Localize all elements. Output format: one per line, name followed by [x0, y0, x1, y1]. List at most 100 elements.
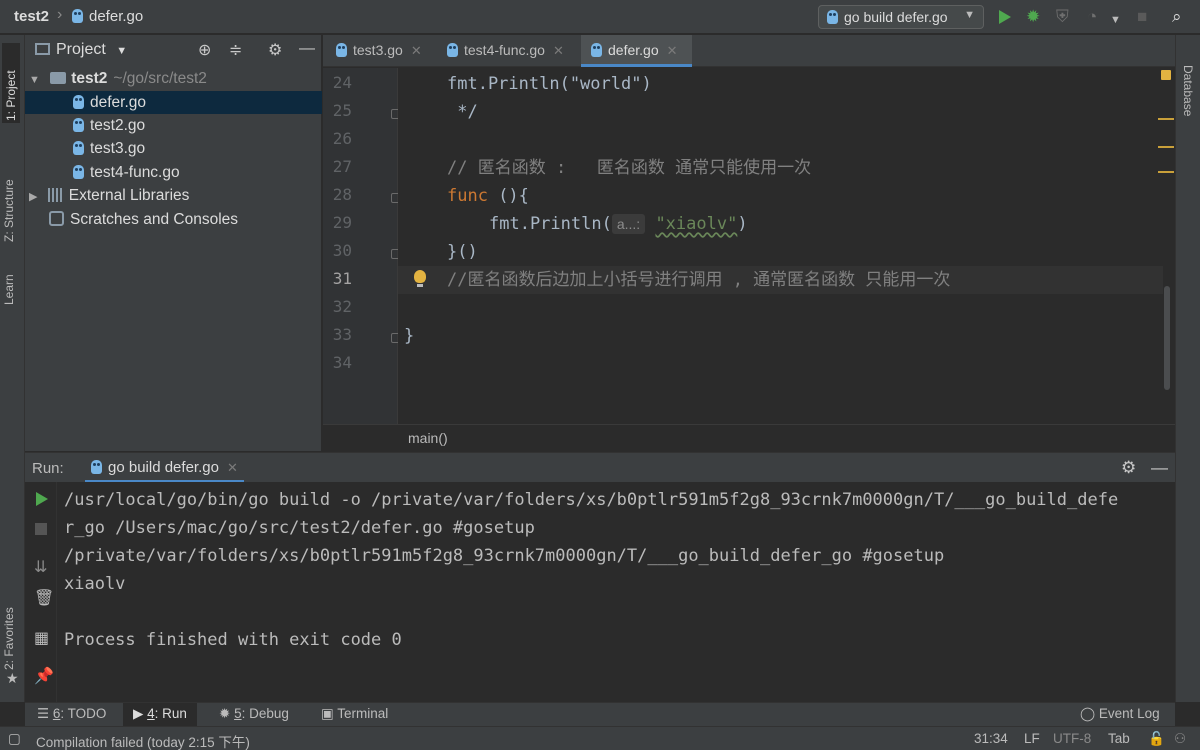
- go-file-icon: [73, 95, 84, 109]
- tool-window-database[interactable]: Database: [1181, 65, 1195, 116]
- tool-window-favorites[interactable]: 2: Favorites: [2, 590, 16, 670]
- breadcrumb-project[interactable]: test2: [14, 8, 49, 25]
- close-icon[interactable]: ✕: [553, 43, 564, 58]
- go-file-icon: [591, 43, 602, 57]
- run-with-coverage-icon[interactable]: ⛨: [1056, 7, 1069, 27]
- file-name: test2.go: [90, 117, 146, 134]
- tool-window-project[interactable]: 1: Project: [2, 43, 20, 123]
- event-log-icon: ◯: [1080, 706, 1096, 721]
- line-separator[interactable]: LF: [1024, 731, 1040, 746]
- code-editor[interactable]: fmt.Println("world") */ // 匿名函数 : 匿名函数 通…: [398, 68, 1163, 424]
- run-icon[interactable]: [999, 10, 1011, 24]
- close-icon[interactable]: ✕: [411, 43, 422, 58]
- tree-node-file[interactable]: test3.go: [25, 137, 322, 160]
- stop-icon[interactable]: [35, 523, 47, 535]
- file-encoding[interactable]: UTF-8: [1053, 731, 1091, 746]
- tree-node-file[interactable]: defer.go: [25, 91, 322, 114]
- tool-window-learn[interactable]: Learn: [2, 265, 16, 305]
- console-scrollbar[interactable]: [1160, 482, 1175, 702]
- tool-tab-terminal[interactable]: ▣ Terminal: [311, 703, 398, 727]
- run-panel-header: Run: go build defer.go ✕ ⚙ —: [25, 452, 1175, 483]
- line-number: 27: [332, 157, 352, 176]
- scroll-to-end-icon[interactable]: ⇊: [34, 557, 47, 577]
- indent-setting[interactable]: Tab: [1108, 731, 1130, 746]
- go-file-icon: [336, 43, 347, 57]
- tree-node-root[interactable]: ▼ test2 ~/go/src/test2: [25, 67, 322, 90]
- tool-tab-mnemonic: 5: [234, 706, 242, 721]
- star-icon: ★: [6, 670, 19, 686]
- gear-icon[interactable]: ⚙: [268, 40, 282, 60]
- code-line-33: }: [398, 322, 1163, 350]
- lock-icon[interactable]: 🔓: [1148, 731, 1165, 747]
- git-icon[interactable]: ⚇: [1174, 731, 1186, 747]
- tab-test4-func-go[interactable]: test4-func.go ✕: [437, 35, 574, 67]
- tree-node-file[interactable]: test4-func.go: [25, 161, 322, 184]
- tool-tab-label: Terminal: [337, 706, 389, 721]
- bug-icon: ✹: [219, 706, 231, 721]
- run-configuration-dropdown[interactable]: go build defer.go ▼: [818, 5, 984, 29]
- hide-panel-icon[interactable]: —: [1151, 458, 1168, 478]
- expand-arrow-icon: ▼: [29, 74, 40, 86]
- gear-icon[interactable]: ⚙: [1121, 458, 1136, 478]
- line-number: 33: [332, 325, 352, 344]
- tool-tab-run[interactable]: ▶ 4: Run: [123, 703, 197, 727]
- rerun-icon[interactable]: [36, 492, 48, 506]
- caret-position[interactable]: 31:34: [974, 731, 1008, 746]
- warning-mark[interactable]: [1158, 118, 1174, 120]
- stop-icon[interactable]: ■: [1137, 7, 1147, 27]
- tool-window-structure[interactable]: Z: Structure: [2, 150, 16, 242]
- line-number: 29: [332, 213, 352, 232]
- locate-file-icon[interactable]: ⊕: [198, 40, 211, 60]
- project-view-selector[interactable]: Project ▼: [35, 41, 127, 59]
- collapse-all-icon[interactable]: ≑: [229, 40, 242, 60]
- expand-arrow-icon: ▶: [29, 191, 38, 203]
- file-name: defer.go: [90, 94, 147, 111]
- profile-icon[interactable]: ◔: [1087, 7, 1097, 27]
- breadcrumb-function[interactable]: main(): [408, 430, 448, 446]
- scratches-label: Scratches and Consoles: [70, 211, 239, 228]
- go-file-icon: [91, 460, 102, 474]
- profile-dropdown-icon[interactable]: ▼: [1110, 10, 1121, 30]
- breadcrumb-file[interactable]: defer.go: [72, 8, 143, 25]
- close-icon[interactable]: ✕: [227, 460, 238, 475]
- trash-icon[interactable]: 🗑: [34, 588, 54, 608]
- warning-mark[interactable]: [1158, 146, 1174, 148]
- search-everywhere-icon[interactable]: ⌕: [1172, 7, 1182, 27]
- status-message[interactable]: Compilation failed (today 2:15 下午): [36, 731, 250, 750]
- code-line-29: fmt.Println(a...: "xiaolv"): [398, 210, 1163, 238]
- editor-scrollbar[interactable]: [1164, 286, 1170, 390]
- tree-node-scratches[interactable]: Scratches and Consoles: [25, 208, 322, 231]
- code-line-28: func (){: [398, 182, 1163, 210]
- tree-node-file[interactable]: test2.go: [25, 114, 322, 137]
- run-tab-label: go build defer.go: [108, 459, 219, 476]
- run-tab[interactable]: go build defer.go ✕: [85, 453, 244, 483]
- run-panel-label: Run:: [32, 460, 64, 477]
- tool-tab-debug[interactable]: ✹ 5: Debug: [209, 703, 299, 727]
- lightbulb-icon[interactable]: [414, 270, 426, 287]
- console-line: r_go /Users/mac/go/src/test2/defer.go #g…: [64, 518, 535, 538]
- hide-panel-icon[interactable]: —: [299, 40, 315, 58]
- console-line: /usr/local/go/bin/go build -o /private/v…: [64, 490, 1119, 510]
- tool-tab-label: : Run: [154, 706, 187, 721]
- tab-test3-go[interactable]: test3.go ✕: [326, 35, 432, 67]
- tool-tab-todo[interactable]: ☰ 6: TODO: [27, 703, 116, 727]
- pin-icon[interactable]: 📌: [34, 666, 54, 686]
- go-file-icon: [447, 43, 458, 57]
- parameter-hint: a...:: [611, 214, 646, 234]
- debug-icon[interactable]: ✹: [1026, 7, 1040, 27]
- console-output[interactable]: /usr/local/go/bin/go build -o /private/v…: [57, 482, 1160, 702]
- warning-icon[interactable]: [1161, 70, 1171, 80]
- close-icon[interactable]: ✕: [667, 43, 678, 58]
- go-file-icon: [73, 165, 84, 179]
- tree-node-external-libraries[interactable]: ▶ External Libraries: [25, 184, 322, 207]
- right-tool-stripe: Database: [1175, 35, 1200, 702]
- go-file-icon: [73, 118, 84, 132]
- run-configuration-label: go build defer.go: [844, 9, 948, 25]
- tool-tab-event-log[interactable]: ◯ Event Log: [1070, 703, 1170, 727]
- toggle-tool-windows-icon[interactable]: ▢: [8, 731, 21, 747]
- warning-mark[interactable]: [1158, 171, 1174, 173]
- layout-icon[interactable]: ▦: [34, 628, 49, 648]
- tab-defer-go[interactable]: defer.go ✕: [581, 35, 692, 67]
- line-number: 25: [332, 101, 352, 120]
